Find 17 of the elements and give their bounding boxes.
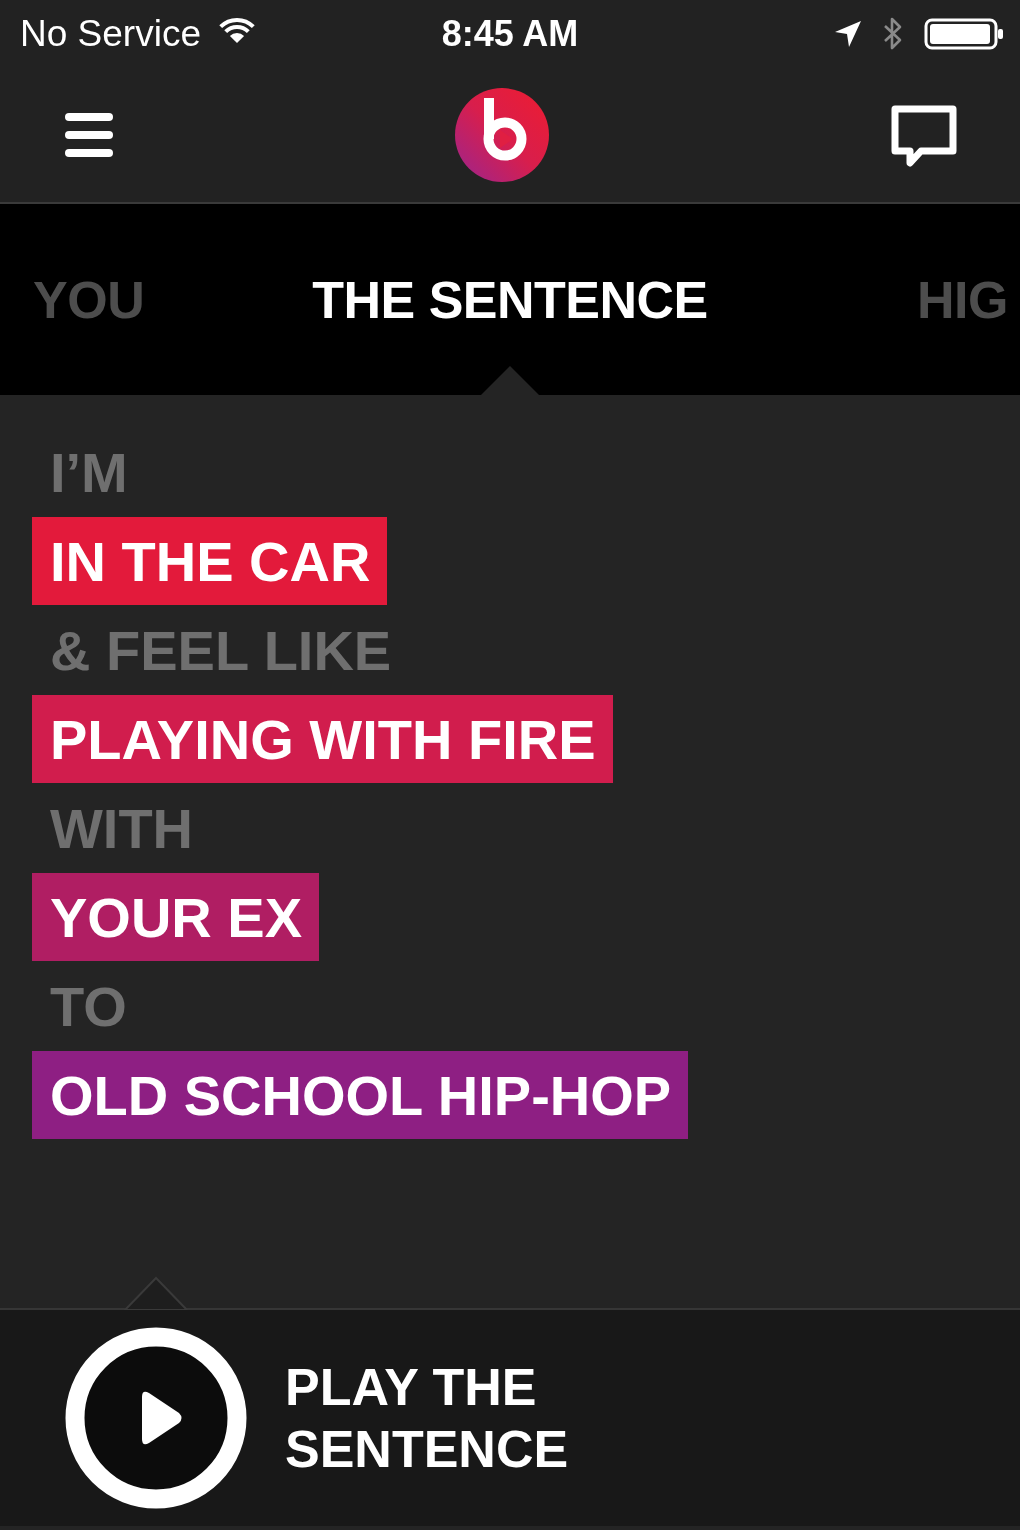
sentence-word: TO [49, 973, 128, 1040]
menu-icon[interactable] [65, 113, 113, 157]
play-icon [65, 1327, 247, 1509]
sentence-choice[interactable]: OLD SCHOOL HIP-HOP [32, 1051, 689, 1139]
battery-icon [924, 18, 1004, 50]
location-arrow-icon [834, 20, 862, 48]
carrier-name: No Service [20, 13, 201, 55]
sentence-word: & FEEL LIKE [49, 617, 393, 684]
sentence-word: WITH [49, 795, 195, 862]
speech-bubble-icon[interactable] [891, 105, 957, 169]
sentence-word: I’M [49, 439, 129, 506]
sentence-choice[interactable]: IN THE CAR [32, 517, 388, 605]
sentence-choice[interactable]: PLAYING WITH FIRE [32, 695, 613, 783]
logo-icon [455, 88, 549, 182]
tab[interactable]: THE SENTENCE [312, 269, 708, 330]
sentence-choice[interactable]: YOUR EX [32, 873, 320, 961]
clock-time: 8:45 AM [441, 13, 579, 55]
